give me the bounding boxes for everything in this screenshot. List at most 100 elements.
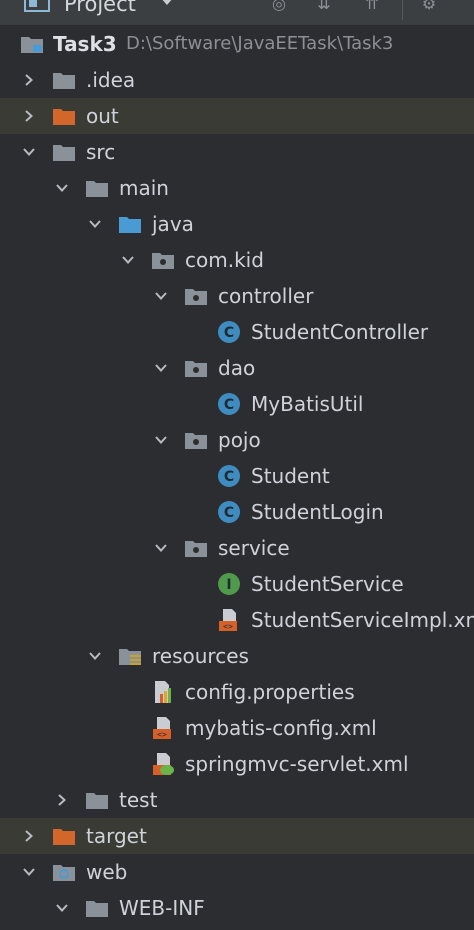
xml-file-icon: <> bbox=[151, 716, 175, 739]
svg-text:C: C bbox=[224, 505, 234, 521]
tree-item-label: mybatis-config.xml bbox=[185, 716, 377, 740]
class-icon: C bbox=[217, 464, 241, 487]
chevron-down-icon[interactable] bbox=[22, 865, 36, 879]
project-tree[interactable]: Task3 D:\Software\JavaEETask\Task3 .idea… bbox=[0, 26, 474, 930]
tree-item-label: StudentServiceImpl.xml bbox=[251, 608, 474, 632]
svg-text:<>: <> bbox=[223, 622, 233, 631]
source-folder-icon bbox=[118, 214, 142, 234]
tree-item-label: main bbox=[119, 176, 169, 200]
chevron-right-icon[interactable] bbox=[22, 829, 36, 843]
svg-text:<>: <> bbox=[157, 730, 167, 739]
tree-item-label: dao bbox=[218, 356, 256, 380]
tree-row[interactable]: config.properties bbox=[0, 674, 474, 710]
tree-row[interactable]: springmvc-servlet.xml bbox=[0, 746, 474, 782]
tree-row[interactable]: C StudentLogin bbox=[0, 494, 474, 530]
chevron-down-icon[interactable] bbox=[154, 433, 168, 447]
chevron-down-icon[interactable] bbox=[55, 901, 69, 915]
svg-text:C: C bbox=[224, 397, 234, 413]
tree-item-label: StudentService bbox=[251, 572, 404, 596]
properties-file-icon bbox=[151, 680, 175, 703]
spring-xml-icon bbox=[151, 752, 175, 775]
project-tool-window-header: Project ◎ ⇊ ⇈ ⚙ bbox=[0, 0, 474, 26]
tree-item-label: out bbox=[86, 104, 119, 128]
tree-row[interactable]: C MyBatisUtil bbox=[0, 386, 474, 422]
class-icon: C bbox=[217, 320, 241, 343]
tree-row[interactable]: target bbox=[0, 818, 474, 854]
tree-item-label: springmvc-servlet.xml bbox=[185, 752, 409, 776]
tree-row[interactable]: C Student bbox=[0, 458, 474, 494]
interface-icon: I bbox=[217, 572, 241, 595]
xml-file-icon: <> bbox=[217, 608, 241, 631]
excluded-folder-icon bbox=[52, 826, 76, 846]
root-label: Task3 bbox=[53, 32, 117, 56]
tree-item-label: WEB-INF bbox=[119, 896, 205, 920]
tree-item-label: MyBatisUtil bbox=[251, 392, 364, 416]
chevron-right-icon[interactable] bbox=[55, 793, 69, 807]
class-icon: C bbox=[217, 392, 241, 415]
folder-icon bbox=[52, 142, 76, 162]
tree-item-label: StudentLogin bbox=[251, 500, 384, 524]
tree-row[interactable]: out bbox=[0, 98, 474, 134]
chevron-down-icon[interactable] bbox=[22, 145, 36, 159]
tree-row[interactable]: resources bbox=[0, 638, 474, 674]
folder-icon bbox=[85, 898, 109, 918]
project-view-icon bbox=[24, 0, 50, 12]
tree-item-label: target bbox=[86, 824, 147, 848]
chevron-down-icon[interactable] bbox=[154, 541, 168, 555]
expand-icon[interactable]: ⇈ bbox=[361, 0, 383, 12]
svg-text:I: I bbox=[226, 577, 231, 593]
tree-row[interactable]: <> StudentServiceImpl.xml bbox=[0, 602, 474, 638]
tree-row[interactable]: main bbox=[0, 170, 474, 206]
view-mode-dropdown-icon[interactable] bbox=[160, 0, 174, 5]
class-icon: C bbox=[217, 500, 241, 523]
chevron-down-icon[interactable] bbox=[154, 361, 168, 375]
tree-row[interactable]: java bbox=[0, 206, 474, 242]
package-icon bbox=[184, 538, 208, 558]
project-view-title[interactable]: Project bbox=[64, 0, 136, 16]
tree-row[interactable]: test bbox=[0, 782, 474, 818]
tree-row[interactable]: C StudentController bbox=[0, 314, 474, 350]
folder-icon bbox=[85, 178, 109, 198]
chevron-down-icon[interactable] bbox=[88, 649, 102, 663]
package-icon bbox=[184, 430, 208, 450]
tree-row[interactable]: pojo bbox=[0, 422, 474, 458]
tree-item-label: pojo bbox=[218, 428, 261, 452]
chevron-right-icon[interactable] bbox=[22, 109, 36, 123]
tree-item-label: controller bbox=[218, 284, 314, 308]
tree-row[interactable]: WEB-INF bbox=[0, 890, 474, 926]
module-folder-icon bbox=[20, 34, 44, 54]
tree-row[interactable]: controller bbox=[0, 278, 474, 314]
tree-item-label: src bbox=[86, 140, 116, 164]
root-path: D:\Software\JavaEETask\Task3 bbox=[126, 33, 394, 54]
tree-row[interactable]: service bbox=[0, 530, 474, 566]
chevron-down-icon[interactable] bbox=[154, 289, 168, 303]
gear-icon[interactable]: ⚙ bbox=[418, 0, 440, 12]
chevron-down-icon[interactable] bbox=[88, 217, 102, 231]
collapse-icon[interactable]: ⇊ bbox=[313, 0, 335, 12]
tree-row[interactable]: dao bbox=[0, 350, 474, 386]
tree-item-label: Student bbox=[251, 464, 330, 488]
folder-icon bbox=[52, 70, 76, 90]
tree-row[interactable]: I StudentService bbox=[0, 566, 474, 602]
chevron-down-icon[interactable] bbox=[121, 253, 135, 267]
toolbar-separator bbox=[402, 0, 403, 20]
tree-row[interactable]: com.kid bbox=[0, 242, 474, 278]
tree-item-label: resources bbox=[152, 644, 249, 668]
tree-root-row[interactable]: Task3 D:\Software\JavaEETask\Task3 bbox=[0, 26, 474, 62]
tree-item-label: service bbox=[218, 536, 290, 560]
chevron-right-icon[interactable] bbox=[22, 73, 36, 87]
tree-row[interactable]: src bbox=[0, 134, 474, 170]
excluded-folder-icon bbox=[52, 106, 76, 126]
package-icon bbox=[184, 358, 208, 378]
tree-row[interactable]: <> mybatis-config.xml bbox=[0, 710, 474, 746]
tree-item-label: test bbox=[119, 788, 158, 812]
tree-row[interactable]: .idea bbox=[0, 62, 474, 98]
tree-item-label: web bbox=[86, 860, 128, 884]
globe-icon[interactable]: ◎ bbox=[268, 0, 290, 12]
tree-item-label: java bbox=[152, 212, 194, 236]
tree-row[interactable]: web bbox=[0, 854, 474, 890]
chevron-down-icon[interactable] bbox=[55, 181, 69, 195]
tree-item-label: com.kid bbox=[185, 248, 264, 272]
package-icon bbox=[151, 250, 175, 270]
folder-icon bbox=[85, 790, 109, 810]
